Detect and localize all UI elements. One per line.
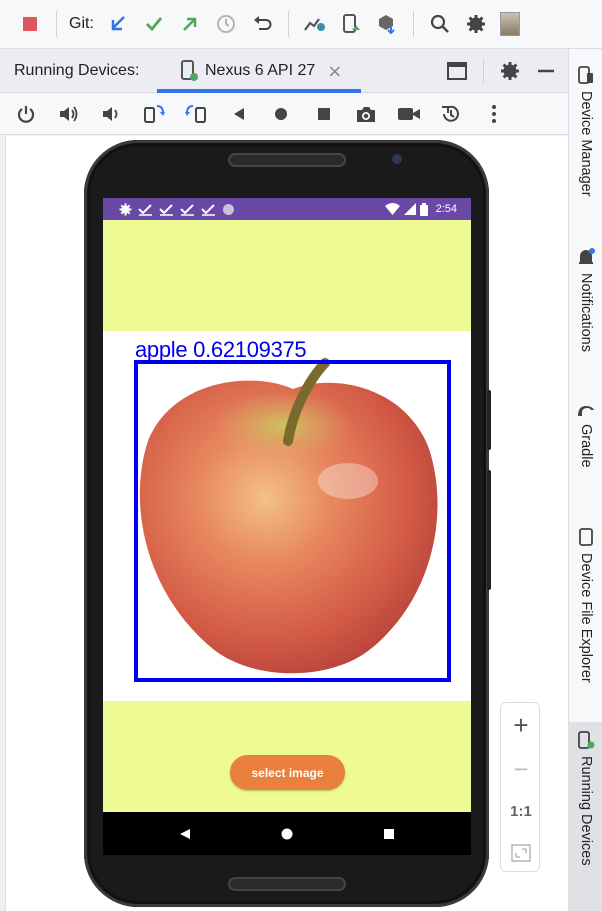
overview-icon[interactable] bbox=[306, 96, 342, 132]
android-nav-bar bbox=[103, 812, 471, 855]
wifi-icon bbox=[384, 203, 400, 215]
stop-icon[interactable] bbox=[12, 6, 48, 42]
settings-icon[interactable] bbox=[458, 6, 494, 42]
snapshot-icon[interactable] bbox=[433, 96, 469, 132]
sdk-manager-icon[interactable] bbox=[369, 6, 405, 42]
window-layout-icon[interactable] bbox=[439, 53, 475, 89]
check-notification-icon bbox=[180, 203, 194, 216]
nav-back-icon[interactable] bbox=[167, 812, 203, 855]
zoom-controls: + − 1:1 bbox=[500, 702, 540, 872]
phone-power-button bbox=[487, 390, 491, 450]
git-label: Git: bbox=[69, 15, 94, 32]
user-avatar[interactable] bbox=[499, 12, 520, 36]
more-icon[interactable] bbox=[476, 96, 512, 132]
bell-icon bbox=[579, 248, 595, 264]
git-commit-icon[interactable] bbox=[136, 6, 172, 42]
tool-label: Device File Explorer bbox=[578, 553, 594, 683]
sync-icon bbox=[223, 203, 234, 215]
settings-icon bbox=[119, 203, 132, 215]
tool-label: Gradle bbox=[578, 424, 594, 468]
device-file-explorer-icon bbox=[579, 528, 593, 546]
signal-icon bbox=[403, 203, 416, 215]
running-devices-label: Running Devices: bbox=[14, 61, 140, 79]
battery-icon bbox=[419, 202, 428, 216]
zoom-out-button[interactable]: − bbox=[501, 749, 541, 789]
tool-gradle[interactable]: Gradle bbox=[569, 402, 602, 468]
actual-size-button[interactable]: 1:1 bbox=[501, 791, 541, 831]
tool-label: Notifications bbox=[578, 273, 594, 352]
ide-window: Git: Running Devices: Nexus 6 API 27 × 2… bbox=[0, 0, 602, 911]
toolbar-divider bbox=[483, 58, 484, 84]
device-manager-icon bbox=[578, 66, 593, 84]
volume-up-icon[interactable] bbox=[51, 96, 87, 132]
check-notification-icon bbox=[159, 203, 173, 216]
toolbar-divider bbox=[412, 11, 414, 37]
check-notification-icon bbox=[201, 203, 215, 216]
tab-close-icon[interactable]: × bbox=[327, 61, 342, 82]
rollback-icon[interactable] bbox=[244, 6, 280, 42]
device-controls-toolbar bbox=[0, 93, 568, 135]
tool-device-manager[interactable]: Device Manager bbox=[569, 65, 602, 197]
screenshot-icon[interactable] bbox=[348, 96, 384, 132]
detection-image: apple 0.62109375 bbox=[103, 331, 471, 701]
phone-volume-button bbox=[487, 470, 491, 590]
device-mirror-icon[interactable] bbox=[333, 6, 369, 42]
android-status-bar: 2:54 bbox=[103, 198, 471, 220]
home-icon[interactable] bbox=[263, 96, 299, 132]
status-clock: 2:54 bbox=[435, 203, 457, 215]
settings-icon[interactable] bbox=[492, 53, 528, 89]
screenrecord-icon[interactable] bbox=[391, 96, 427, 132]
detection-bounding-box bbox=[134, 360, 451, 682]
tool-label: Device Manager bbox=[578, 91, 594, 197]
main-toolbar: Git: bbox=[0, 0, 602, 49]
tool-device-file-explorer[interactable]: Device File Explorer bbox=[569, 527, 602, 683]
rotate-left-icon[interactable] bbox=[136, 96, 172, 132]
search-icon[interactable] bbox=[422, 6, 458, 42]
left-panel-edge bbox=[0, 136, 6, 911]
detection-label: apple 0.62109375 bbox=[135, 337, 307, 362]
rotate-right-icon[interactable] bbox=[178, 96, 214, 132]
nav-home-icon[interactable] bbox=[269, 812, 305, 855]
phone-camera bbox=[392, 154, 402, 164]
phone-speaker-top bbox=[228, 153, 346, 167]
phone-online-icon bbox=[179, 60, 201, 82]
running-devices-tabbar: Running Devices: Nexus 6 API 27 × bbox=[0, 49, 568, 93]
toolbar-divider bbox=[56, 11, 57, 37]
right-tool-strip: Device Manager Notifications Gradle Devi… bbox=[568, 49, 602, 911]
gradle-icon bbox=[578, 406, 594, 416]
git-push-icon[interactable] bbox=[172, 6, 208, 42]
tool-running-devices[interactable]: Running Devices bbox=[569, 722, 602, 911]
minimize-icon[interactable] bbox=[528, 53, 564, 89]
tabbar-actions bbox=[439, 49, 568, 93]
profiler-icon[interactable] bbox=[297, 6, 333, 42]
status-notification-icons bbox=[119, 203, 235, 216]
phone-speaker-bottom bbox=[228, 877, 346, 891]
volume-down-icon[interactable] bbox=[93, 96, 129, 132]
back-icon[interactable] bbox=[221, 96, 257, 132]
tool-notifications[interactable]: Notifications bbox=[569, 247, 602, 352]
nav-overview-icon[interactable] bbox=[371, 812, 407, 855]
toolbar-divider bbox=[287, 11, 289, 37]
tab-nexus-6-api-27[interactable]: Nexus 6 API 27 × bbox=[157, 49, 361, 93]
device-screen[interactable]: 2:54 apple 0.62109375 select image bbox=[103, 198, 471, 812]
tool-label: Running Devices bbox=[578, 756, 594, 866]
select-image-button[interactable]: select image bbox=[230, 755, 345, 790]
status-system-icons: 2:54 bbox=[384, 198, 457, 220]
check-notification-icon bbox=[138, 203, 152, 216]
running-devices-icon bbox=[578, 731, 595, 749]
history-icon[interactable] bbox=[208, 6, 244, 42]
git-update-icon[interactable] bbox=[100, 6, 136, 42]
device-tab-label: Nexus 6 API 27 bbox=[205, 62, 316, 79]
zoom-in-button[interactable]: + bbox=[501, 705, 541, 745]
fit-screen-icon[interactable] bbox=[501, 833, 541, 873]
power-icon[interactable] bbox=[8, 96, 44, 132]
